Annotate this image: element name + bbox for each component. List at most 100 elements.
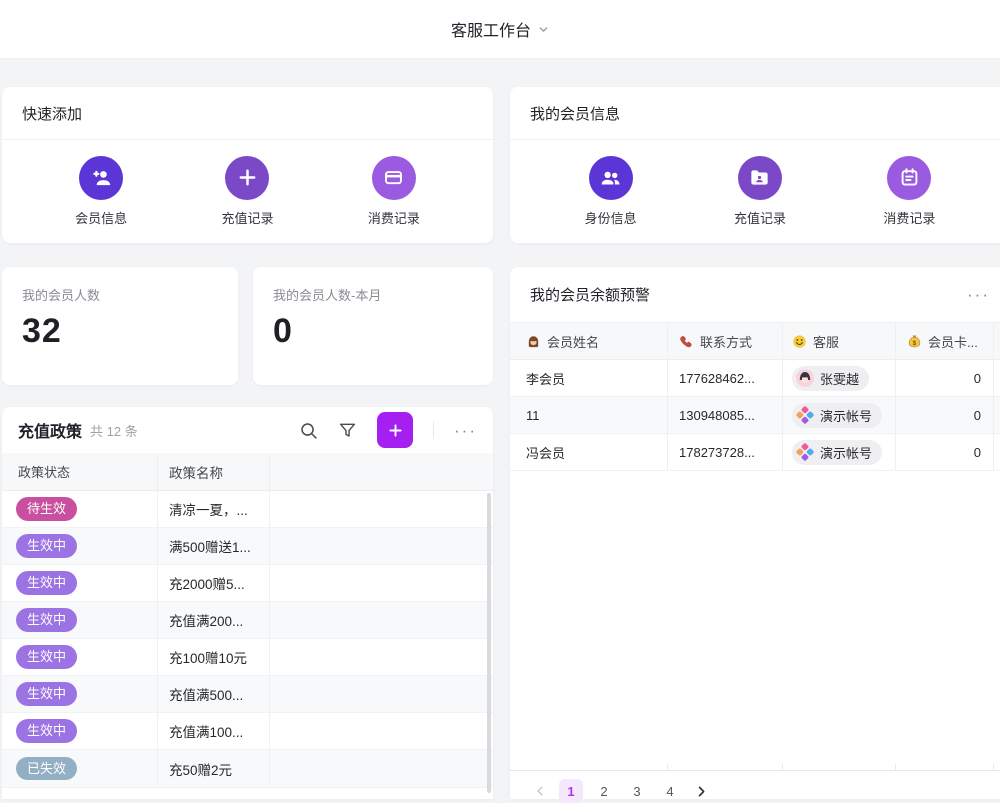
table-row[interactable]: 生效中 充值满500... — [2, 676, 493, 713]
policy-name: 充100赠10元 — [157, 647, 269, 667]
chevron-right-icon — [695, 785, 708, 798]
action-label: 会员信息 — [75, 208, 127, 227]
member-contact: 177628462... — [679, 371, 755, 386]
page-button-1[interactable]: 1 — [559, 779, 583, 803]
vertical-scrollbar[interactable] — [487, 493, 491, 793]
stat-value: 0 — [273, 312, 473, 351]
recharge-records-button[interactable]: 充值记录 — [734, 156, 786, 227]
quick-add-recharge-button[interactable]: 充值记录 — [221, 156, 273, 227]
member-name: 冯会员 — [526, 443, 565, 462]
agent-name: 演示帐号 — [820, 443, 872, 462]
credit-card-icon — [372, 156, 416, 200]
page-button-3[interactable]: 3 — [625, 779, 649, 803]
action-label: 消费记录 — [368, 208, 420, 227]
status-badge: 已失效 — [16, 757, 77, 781]
member-count-card: 我的会员人数 32 — [2, 267, 238, 385]
member-balance: 0 — [974, 408, 981, 423]
warning-table-header: 会员姓名 联系方式 客服 $ 会员卡... — [510, 323, 1000, 360]
column-divider — [993, 323, 994, 471]
chevron-left-icon — [534, 785, 546, 797]
status-badge: 生效中 — [16, 608, 77, 632]
phone-icon — [679, 334, 694, 349]
recharge-policy-title: 充值政策 — [18, 418, 82, 442]
quick-add-consume-button[interactable]: 消费记录 — [368, 156, 420, 227]
search-button[interactable] — [299, 421, 318, 440]
record-count: 共 12 条 — [90, 421, 138, 440]
member-contact: 178273728... — [679, 445, 755, 460]
column-divider — [782, 323, 783, 471]
table-row[interactable]: 生效中 充值满200... — [2, 602, 493, 639]
page-button-4[interactable]: 4 — [658, 779, 682, 803]
agent-name: 演示帐号 — [820, 406, 872, 425]
table-row[interactable]: 11 130948085... 演示帐号 0 — [510, 397, 1000, 434]
member-contact: 130948085... — [679, 408, 755, 423]
agent-pill: 演示帐号 — [792, 440, 882, 465]
action-label: 消费记录 — [883, 208, 935, 227]
add-record-button[interactable] — [377, 412, 413, 448]
more-options-button[interactable]: ··· — [454, 422, 477, 439]
status-badge: 生效中 — [16, 571, 77, 595]
balance-warning-title: 我的会员余额预警 — [530, 284, 650, 305]
action-label: 身份信息 — [585, 208, 637, 227]
my-member-info-title: 我的会员信息 — [530, 103, 620, 124]
page-title: 客服工作台 — [451, 17, 531, 41]
next-page-button[interactable] — [691, 779, 711, 803]
policy-name: 清凉一夏，... — [157, 499, 269, 519]
page-button-2[interactable]: 2 — [592, 779, 616, 803]
table-row[interactable]: 生效中 充2000赠5... — [2, 565, 493, 602]
recharge-policy-card: 充值政策 共 12 条 ··· 政策状态 政策名称 待生效 清凉一夏，... 生… — [2, 407, 493, 799]
top-bar: 客服工作台 — [0, 0, 1000, 59]
filter-button[interactable] — [338, 421, 357, 440]
agent-name: 张雯越 — [820, 369, 859, 388]
column-tick — [895, 764, 896, 770]
status-badge: 待生效 — [16, 497, 77, 521]
column-label: 客服 — [813, 332, 839, 351]
column-label: 政策名称 — [169, 466, 223, 481]
chevron-down-icon — [538, 24, 549, 35]
status-badge: 生效中 — [16, 645, 77, 669]
policy-name: 充值满100... — [157, 721, 269, 741]
consume-records-button[interactable]: 消费记录 — [883, 156, 935, 227]
pagination: 1 2 3 4 — [530, 779, 711, 803]
policy-name: 充值满500... — [157, 684, 269, 704]
policy-name: 充值满200... — [157, 610, 269, 630]
table-row[interactable]: 李会员 177628462... 张雯越 0 — [510, 360, 1000, 397]
plus-icon — [225, 156, 269, 200]
table-row[interactable]: 生效中 充100赠10元 — [2, 639, 493, 676]
quick-add-title: 快速添加 — [22, 103, 82, 124]
prev-page-button[interactable] — [530, 779, 550, 803]
column-label: 联系方式 — [700, 332, 752, 351]
more-options-button[interactable]: ··· — [967, 286, 990, 303]
identity-info-button[interactable]: 身份信息 — [585, 156, 637, 227]
stat-value: 32 — [22, 312, 218, 351]
table-row[interactable]: 待生效 清凉一夏，... — [2, 491, 493, 528]
status-badge: 生效中 — [16, 534, 77, 558]
status-badge: 生效中 — [16, 682, 77, 706]
workspace-switcher[interactable]: 客服工作台 — [451, 17, 549, 41]
column-label: 会员卡... — [928, 332, 978, 351]
column-label: 政策状态 — [18, 462, 70, 481]
action-label: 充值记录 — [221, 208, 273, 227]
status-badge: 生效中 — [16, 719, 77, 743]
table-row[interactable]: 已失效 充50赠2元 — [2, 750, 493, 788]
column-divider — [157, 453, 158, 788]
table-row[interactable]: 生效中 充值满100... — [2, 713, 493, 750]
balance-warning-card: 我的会员余额预警 ··· 会员姓名 联系方式 客服 $ 会员卡... 李会员 1… — [510, 267, 1000, 799]
quick-add-member-button[interactable]: 会员信息 — [75, 156, 127, 227]
policy-name: 满500赠送1... — [157, 536, 269, 556]
search-icon — [299, 421, 318, 440]
woman-icon — [526, 334, 541, 349]
smiley-icon — [792, 334, 807, 349]
table-bottom-border — [510, 770, 1000, 771]
member-name: 李会员 — [526, 369, 565, 388]
member-balance: 0 — [974, 371, 981, 386]
table-row[interactable]: 冯会员 178273728... 演示帐号 0 — [510, 434, 1000, 471]
column-divider — [667, 323, 668, 471]
pinwheel-logo-avatar — [796, 443, 814, 461]
policy-table-header: 政策状态 政策名称 — [2, 453, 493, 491]
column-tick — [993, 764, 994, 770]
quick-add-card: 快速添加 会员信息 充值记录 消费记录 — [2, 87, 493, 243]
girl-avatar — [796, 369, 814, 387]
my-member-info-card: 我的会员信息 身份信息 充值记录 消费记录 — [510, 87, 1000, 243]
table-row[interactable]: 生效中 满500赠送1... — [2, 528, 493, 565]
